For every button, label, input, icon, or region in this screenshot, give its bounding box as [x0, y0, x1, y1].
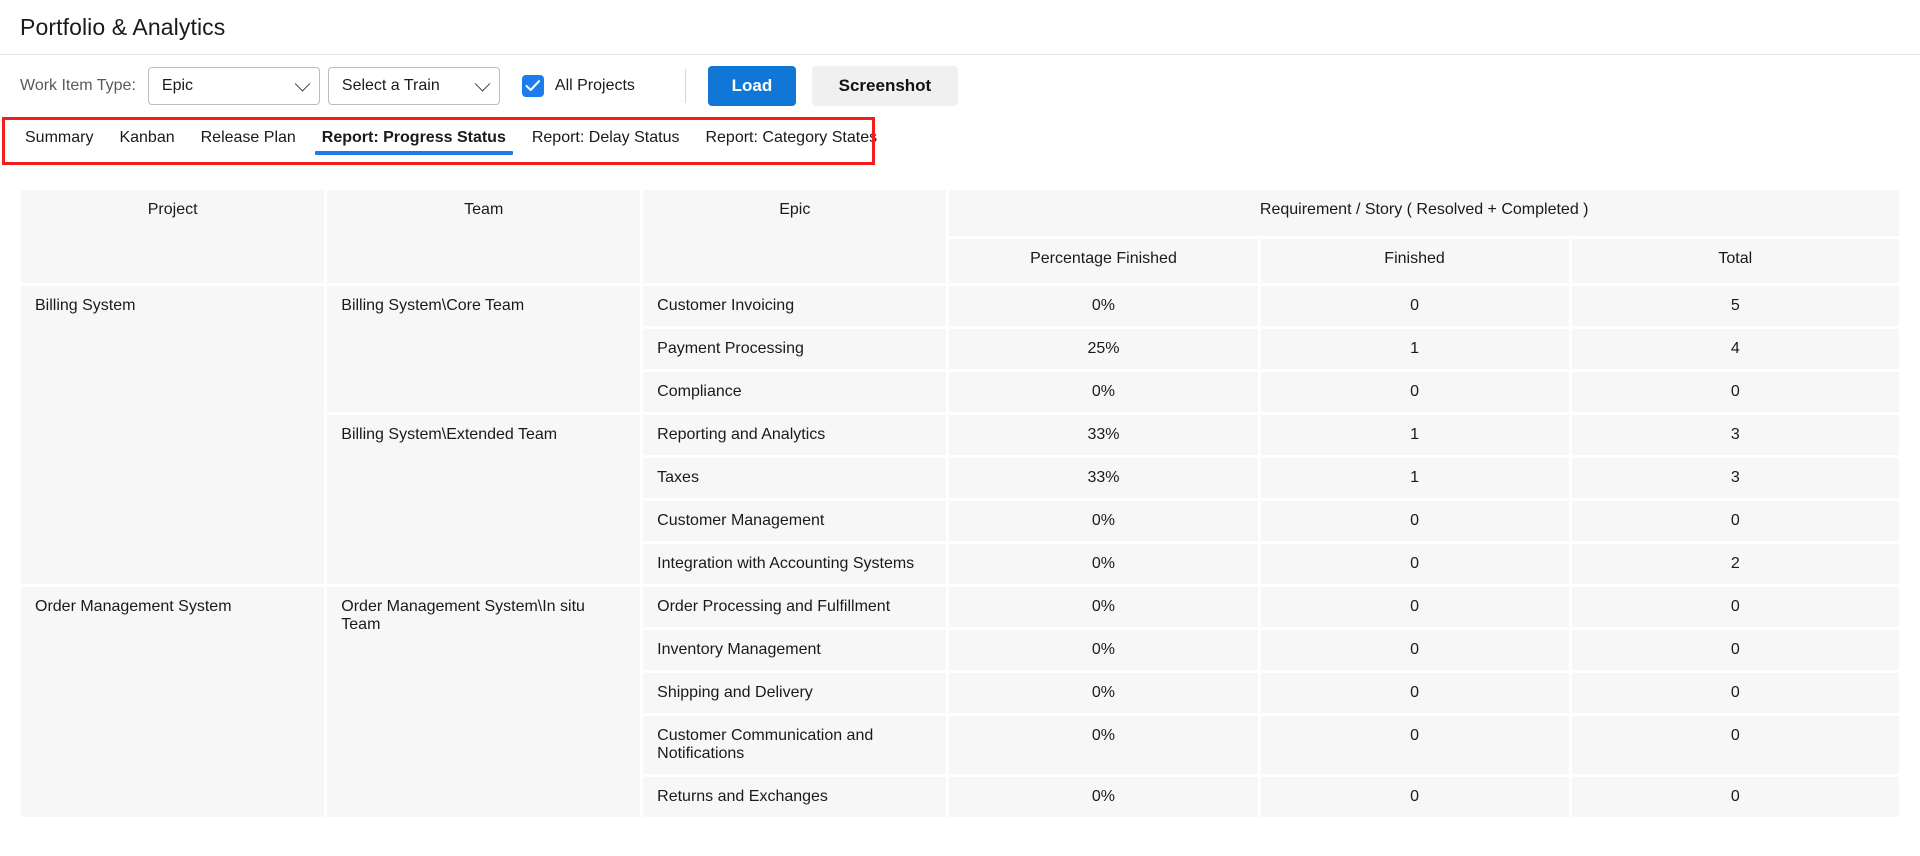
cell-percentage-finished: 33%: [949, 458, 1258, 498]
cell-total: 0: [1571, 716, 1899, 774]
cell-finished: 0: [1260, 587, 1569, 627]
page-title: Portfolio & Analytics: [20, 13, 226, 40]
cell-finished: 0: [1260, 673, 1569, 713]
work-item-type-value: Epic: [161, 77, 194, 94]
cell-total: 3: [1571, 458, 1899, 498]
table-row: Billing System Billing System\Core Team Cu…: [21, 286, 1899, 584]
cell-epic: Customer Communication and Notifications: [643, 716, 947, 774]
cell-percentage-finished: 0%: [949, 501, 1258, 541]
tab-bar: Summary Kanban Release Plan Report: Prog…: [0, 117, 1920, 165]
load-button[interactable]: Load: [707, 66, 796, 106]
chevron-down-icon: [474, 76, 491, 92]
screenshot-button[interactable]: Screenshot: [811, 66, 958, 106]
cell-total: 3: [1571, 415, 1899, 455]
cell-epic: Inventory Management: [643, 630, 947, 670]
toolbar-divider: [684, 69, 686, 103]
cell-percentage-finished: 25%: [949, 329, 1258, 369]
tabs-region: Summary Kanban Release Plan Report: Prog…: [0, 117, 1920, 165]
checkbox-checked-icon: [521, 75, 544, 97]
cell-epic: Returns and Exchanges: [643, 777, 947, 817]
cell-percentage-finished: 0%: [949, 630, 1258, 670]
cell-percentage-finished: 0%: [949, 777, 1258, 817]
work-item-type-select[interactable]: Epic: [147, 67, 320, 105]
cell-team: Order Management System\In situ Team: [327, 587, 641, 817]
cell-total: 2: [1571, 544, 1899, 584]
report-table-container: Project Team Epic Requirement / Story ( …: [0, 187, 1920, 820]
cell-total: 0: [1571, 372, 1899, 412]
cell-epic: Customer Management: [643, 501, 947, 541]
cell-percentage-finished: 33%: [949, 415, 1258, 455]
cell-total: 0: [1571, 777, 1899, 817]
cell-percentage-finished: 0%: [949, 544, 1258, 584]
column-header-percentage-finished: Percentage Finished: [949, 239, 1258, 283]
column-header-epic: Epic: [643, 190, 947, 283]
cell-finished: 0: [1260, 630, 1569, 670]
cell-epic: Reporting and Analytics: [643, 415, 947, 455]
table-header-row-1: Project Team Epic Requirement / Story ( …: [21, 190, 1899, 283]
cell-finished: 0: [1260, 501, 1569, 541]
cell-total: 0: [1571, 630, 1899, 670]
cell-finished: 1: [1260, 415, 1569, 455]
all-projects-checkbox[interactable]: All Projects: [521, 75, 635, 97]
cell-epic: Compliance: [643, 372, 947, 412]
column-header-group-requirement-story: Requirement / Story ( Resolved + Complet…: [949, 190, 1899, 236]
cell-percentage-finished: 0%: [949, 587, 1258, 627]
cell-total: 0: [1571, 673, 1899, 713]
column-header-finished: Finished: [1260, 239, 1569, 283]
tab-kanban[interactable]: Kanban: [106, 117, 187, 147]
page-header: Portfolio & Analytics: [0, 0, 1920, 55]
cell-team: Billing System\Core Team: [327, 286, 641, 412]
cell-total: 0: [1571, 587, 1899, 627]
cell-project: Order Management System: [21, 587, 325, 817]
table-row: Order Management System Order Management …: [21, 587, 1899, 817]
progress-status-table: Project Team Epic Requirement / Story ( …: [18, 187, 1902, 820]
cell-finished: 0: [1260, 716, 1569, 774]
cell-percentage-finished: 0%: [949, 286, 1258, 326]
cell-finished: 1: [1260, 458, 1569, 498]
column-header-team: Team: [327, 190, 641, 283]
cell-finished: 0: [1260, 372, 1569, 412]
work-item-type-label: Work Item Type:: [20, 77, 136, 94]
tab-release-plan[interactable]: Release Plan: [188, 117, 309, 147]
cell-total: 0: [1571, 501, 1899, 541]
cell-epic: Customer Invoicing: [643, 286, 947, 326]
cell-epic: Taxes: [643, 458, 947, 498]
cell-epic: Order Processing and Fulfillment: [643, 587, 947, 627]
cell-finished: 0: [1260, 286, 1569, 326]
tab-report-progress-status[interactable]: Report: Progress Status: [309, 117, 519, 155]
cell-finished: 0: [1260, 777, 1569, 817]
table-body: Billing System Billing System\Core Team Cu…: [21, 286, 1899, 817]
cell-team: Billing System\Extended Team: [327, 415, 641, 584]
cell-finished: 1: [1260, 329, 1569, 369]
chevron-down-icon: [294, 76, 311, 92]
cell-total: 4: [1571, 329, 1899, 369]
tab-report-delay-status[interactable]: Report: Delay Status: [519, 117, 693, 147]
tab-summary[interactable]: Summary: [12, 117, 106, 147]
cell-total: 5: [1571, 286, 1899, 326]
cell-finished: 0: [1260, 544, 1569, 584]
cell-project: Billing System: [21, 286, 325, 584]
column-header-project: Project: [21, 190, 325, 283]
filter-toolbar: Work Item Type: Epic Select a Train All …: [0, 55, 1920, 117]
table-head: Project Team Epic Requirement / Story ( …: [21, 190, 1899, 283]
cell-epic: Shipping and Delivery: [643, 673, 947, 713]
column-header-total: Total: [1571, 239, 1899, 283]
tab-report-category-states[interactable]: Report: Category States: [692, 117, 890, 147]
cell-epic: Payment Processing: [643, 329, 947, 369]
train-select[interactable]: Select a Train: [327, 67, 500, 105]
cell-percentage-finished: 0%: [949, 716, 1258, 774]
all-projects-label: All Projects: [554, 77, 635, 94]
cell-epic: Integration with Accounting Systems: [643, 544, 947, 584]
train-select-value: Select a Train: [341, 77, 440, 94]
cell-percentage-finished: 0%: [949, 372, 1258, 412]
cell-percentage-finished: 0%: [949, 673, 1258, 713]
